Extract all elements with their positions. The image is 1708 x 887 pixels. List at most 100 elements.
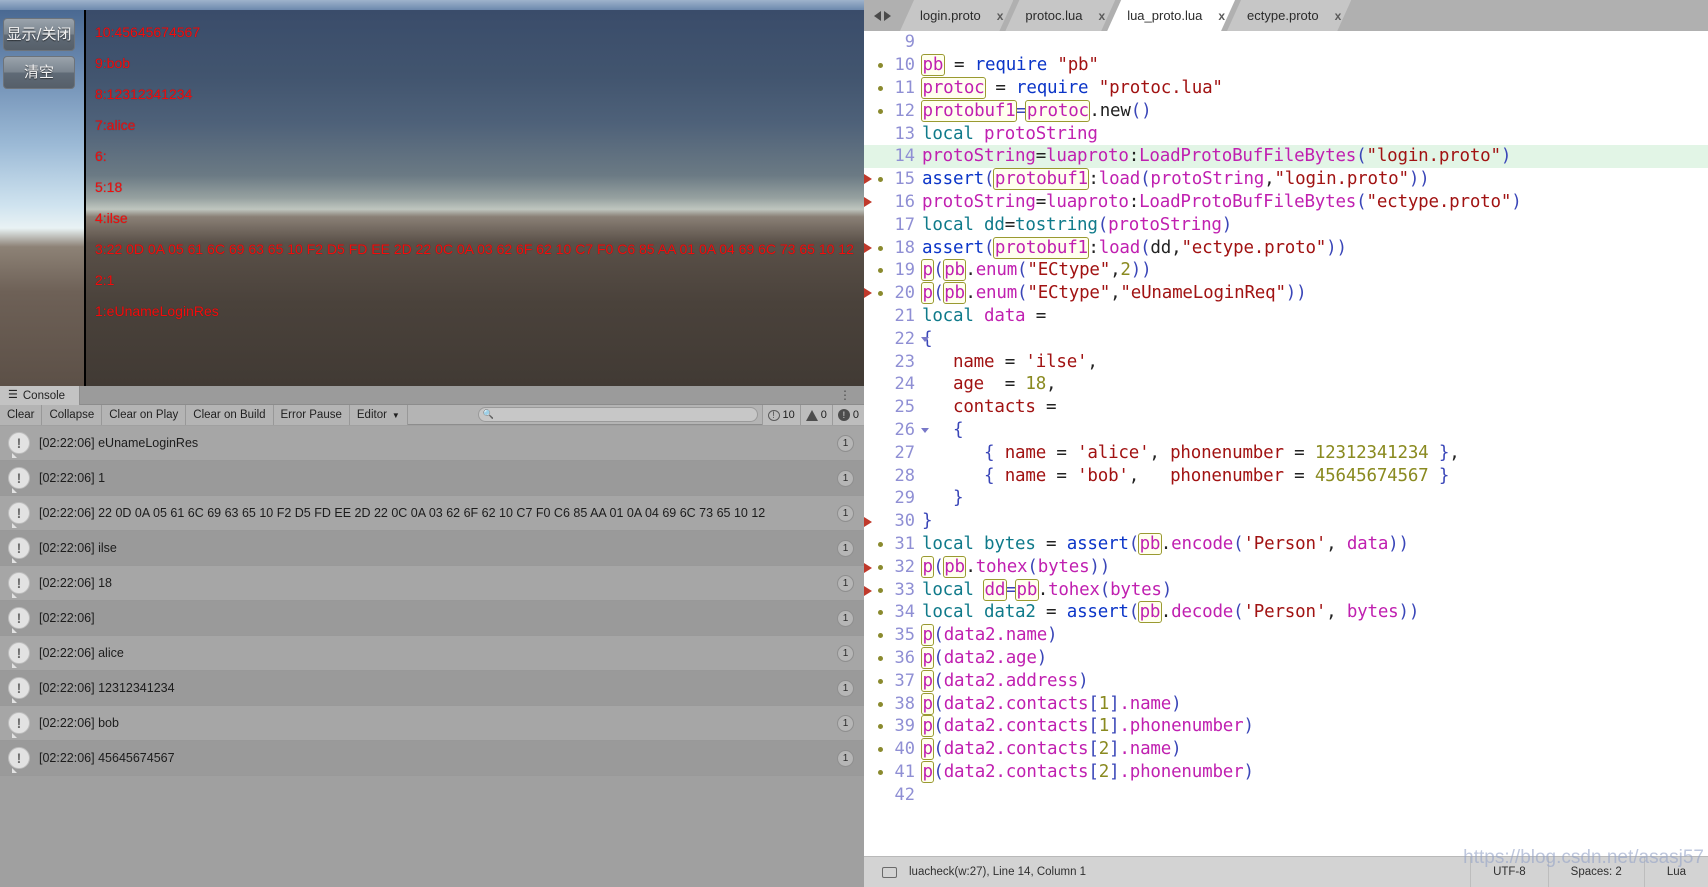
line-content: local data2 = assert(pb.decode('Person',… <box>922 601 1420 624</box>
log-entry-count: 1 <box>837 505 854 522</box>
close-icon[interactable]: x <box>997 9 1004 23</box>
code-line[interactable]: 21 local data = <box>864 305 1708 328</box>
code-line[interactable]: 41 p(data2.contacts[2].phonenumber) <box>864 760 1708 784</box>
error-icon: ! <box>837 409 850 421</box>
log-entry[interactable]: ! [02:22:06] 1 1 <box>0 461 864 496</box>
console-collapse-button[interactable]: Collapse <box>42 405 103 425</box>
code-line[interactable]: 36 p(data2.age) <box>864 646 1708 670</box>
log-entry[interactable]: ! [02:22:06] eUnameLoginRes 1 <box>0 426 864 461</box>
code-line[interactable]: 11 protoc = require "protoc.lua" <box>864 76 1708 100</box>
log-entry[interactable]: ! [02:22:06] bob 1 <box>0 706 864 741</box>
code-line[interactable]: 9 <box>864 31 1708 54</box>
console-clear-button[interactable]: Clear <box>0 405 43 425</box>
info-counter[interactable]: ! 10 <box>761 405 800 425</box>
code-line[interactable]: 17 local dd=tostring(protoString) <box>864 213 1708 236</box>
tab-console[interactable]: ☰ Console <box>0 386 81 405</box>
indent-indicator[interactable]: Spaces: 2 <box>1547 856 1644 887</box>
code-line[interactable]: 15 assert(protobuf1:load(protoString,"lo… <box>864 168 1708 191</box>
code-line[interactable]: 26 { <box>864 419 1708 442</box>
log-entry[interactable]: ! [02:22:06] 18 1 <box>0 566 864 601</box>
log-entry-count: 1 <box>837 715 854 732</box>
game-render-viewport[interactable]: 10:45645674567 9:bob 8:12312341234 7:ali… <box>84 10 864 386</box>
console-clear-on-build-button[interactable]: Clear on Build <box>186 405 274 425</box>
code-line[interactable]: 20 p(pb.enum("ECtype","eUnameLoginReq")) <box>864 282 1708 305</box>
code-line[interactable]: 31 local bytes = assert(pb.encode('Perso… <box>864 532 1708 556</box>
close-icon[interactable]: x <box>1335 9 1342 23</box>
code-line[interactable]: 25 contacts = <box>864 396 1708 419</box>
code-line[interactable]: 24 age = 18, <box>864 373 1708 396</box>
code-line[interactable]: 29 } <box>864 487 1708 510</box>
code-line[interactable]: 35 p(data2.name) <box>864 624 1708 647</box>
error-counter[interactable]: ! 0 <box>831 405 864 425</box>
line-number: 24 <box>894 374 915 395</box>
toggle-display-button[interactable]: 显示/关闭 <box>3 18 75 51</box>
warning-counter[interactable]: 0 <box>799 405 832 425</box>
line-content: { name = 'bob', phonenumber = 4564567456… <box>984 465 1450 486</box>
line-content: local dd=pb.tohex(bytes) <box>922 578 1173 601</box>
clear-button[interactable]: 清空 <box>3 56 75 89</box>
panel-menu-icon[interactable]: ⋮ <box>839 388 851 402</box>
close-icon[interactable]: x <box>1218 9 1225 23</box>
search-input[interactable] <box>493 408 744 421</box>
log-entry-count: 1 <box>837 680 854 697</box>
log-entry[interactable]: ! [02:22:06] 1 <box>0 601 864 636</box>
code-line[interactable]: 30 } <box>864 510 1708 533</box>
console-error-pause-button[interactable]: Error Pause <box>273 405 350 425</box>
line-number: 13 <box>894 123 915 144</box>
log-entry[interactable]: ! [02:22:06] 45645674567 1 <box>0 741 864 776</box>
code-line[interactable]: 39 p(data2.contacts[1].phonenumber) <box>864 715 1708 738</box>
code-line[interactable]: 18 assert(protobuf1:load(dd,"ectype.prot… <box>864 236 1708 259</box>
console-clear-on-play-button[interactable]: Clear on Play <box>102 405 187 425</box>
tab-login-proto[interactable]: login.proto x <box>900 0 1013 31</box>
log-entry[interactable]: ! [02:22:06] ilse 1 <box>0 531 864 566</box>
log-entry[interactable]: ! [02:22:06] alice 1 <box>0 636 864 671</box>
log-entry[interactable]: ! [02:22:06] 12312341234 1 <box>0 671 864 706</box>
code-line[interactable]: 19 p(pb.enum("ECtype",2)) <box>864 259 1708 282</box>
tab-prev-icon[interactable] <box>873 10 881 21</box>
tab-lua-proto-lua[interactable]: lua_proto.lua x <box>1107 0 1235 31</box>
line-content: { name = 'alice', phonenumber = 12312341… <box>984 442 1460 463</box>
tab-label: ectype.proto <box>1247 8 1319 23</box>
search-box[interactable]: 🔍 <box>477 407 758 422</box>
tab-next-icon[interactable] <box>883 10 891 21</box>
code-line[interactable]: 23 name = 'ilse', <box>864 350 1708 373</box>
code-line[interactable]: 32 p(pb.tohex(bytes)) <box>864 555 1708 578</box>
log-entry-count: 1 <box>837 435 854 452</box>
code-line[interactable]: 10 pb = require "pb" <box>864 54 1708 77</box>
code-line[interactable]: 12 protobuf1=protoc.new() <box>864 99 1708 122</box>
editor-tabbar: login.proto x protoc.lua x lua_proto.lua… <box>864 0 1708 31</box>
language-indicator[interactable]: Lua <box>1643 856 1708 887</box>
code-line[interactable]: 42 <box>864 783 1708 806</box>
code-line[interactable]: 27 { name = 'alice', phonenumber = 12312… <box>864 441 1708 464</box>
log-entry[interactable]: ! [02:22:06] 22 0D 0A 05 61 6C 69 63 65 … <box>0 496 864 531</box>
tab-label: lua_proto.lua <box>1127 8 1203 23</box>
code-line[interactable]: 34 local data2 = assert(pb.decode('Perso… <box>864 601 1708 624</box>
log-entry-count: 1 <box>837 575 854 592</box>
warning-icon <box>805 409 818 421</box>
chevron-down-icon: ▼ <box>391 410 400 420</box>
line-number: 37 <box>864 671 922 691</box>
code-line[interactable]: 40 p(data2.contacts[2].name) <box>864 738 1708 761</box>
close-icon[interactable]: x <box>1099 9 1106 23</box>
code-line[interactable]: 38 p(data2.contacts[1].name) <box>864 692 1708 715</box>
game-log-line: 3:22 0D 0A 05 61 6C 69 63 65 10 F2 D5 FD… <box>95 241 854 257</box>
tab-ectype-proto[interactable]: ectype.proto x <box>1227 0 1351 31</box>
code-line-current[interactable]: 14 protoString=luaproto:LoadProtoBufFile… <box>864 144 1708 168</box>
code-line[interactable]: 13 local protoString <box>864 122 1708 145</box>
line-number: 33 <box>864 580 922 600</box>
unity-editor-panel: 显示/关闭 清空 10:45645674567 9:bob 8:12312341… <box>0 0 864 887</box>
code-line[interactable]: 37 p(data2.address) <box>864 669 1708 692</box>
console-log-list[interactable]: ! [02:22:06] eUnameLoginRes 1 ! [02:22:0… <box>0 426 864 887</box>
log-entry-text: [02:22:06] 45645674567 <box>39 751 175 765</box>
code-text-area[interactable]: 9 10 pb = require "pb" 11 protoc = requi… <box>864 31 1708 856</box>
code-line[interactable]: 33 local dd=pb.tohex(bytes) <box>864 578 1708 601</box>
line-content: local dd=tostring(protoString) <box>922 214 1233 235</box>
tab-navigation[interactable] <box>864 0 900 31</box>
line-content: contacts = <box>953 397 1057 418</box>
encoding-indicator[interactable]: UTF-8 <box>1470 856 1548 887</box>
code-line[interactable]: 16 protoString=luaproto:LoadProtoBufFile… <box>864 191 1708 214</box>
console-editor-dropdown[interactable]: Editor ▼ <box>349 405 408 425</box>
code-line[interactable]: 22 { <box>864 327 1708 350</box>
code-line[interactable]: 28 { name = 'bob', phonenumber = 4564567… <box>864 464 1708 487</box>
tab-protoc-lua[interactable]: protoc.lua x <box>1005 0 1115 31</box>
